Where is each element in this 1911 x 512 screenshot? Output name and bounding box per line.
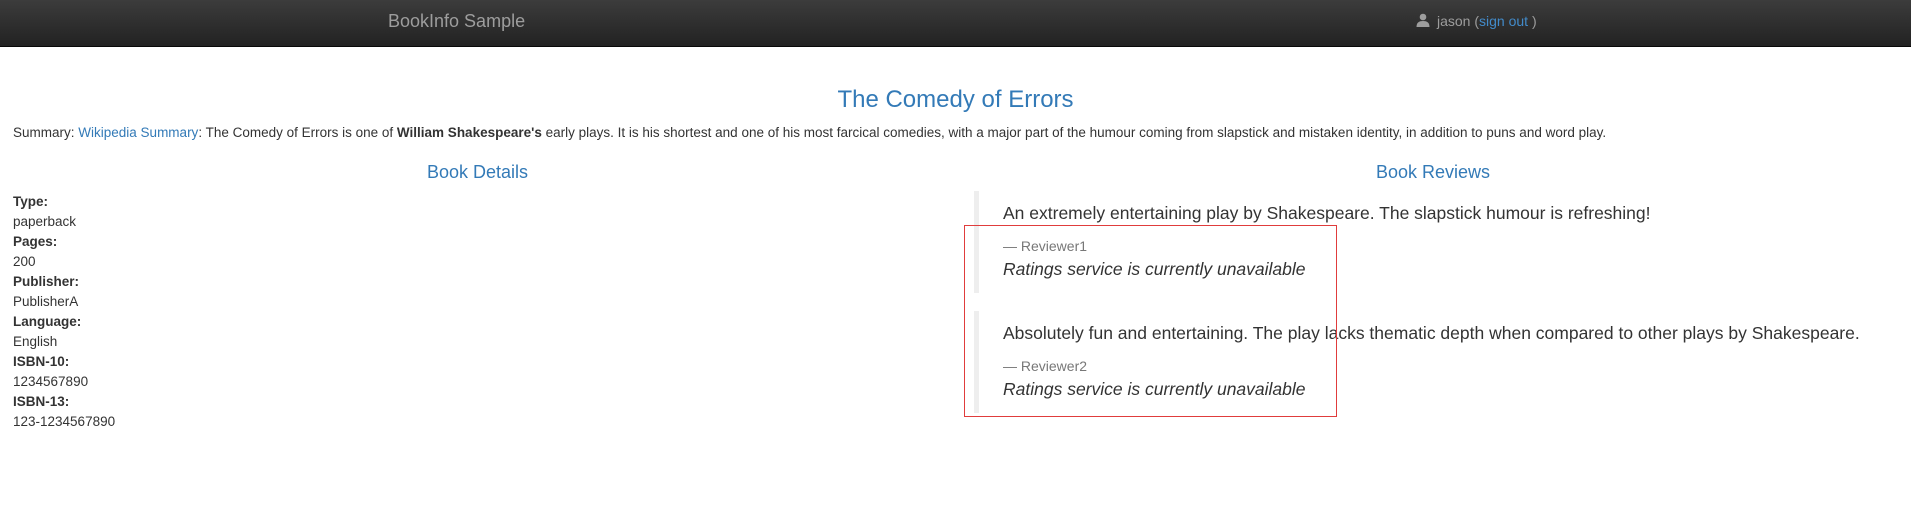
review-text: An extremely entertaining play by Shakes… [1003, 203, 1651, 223]
review-reviewer: — Reviewer2 [1003, 358, 1088, 374]
summary-text-1: : The Comedy of Errors is one of [198, 125, 394, 140]
review-item: Absolutely fun and entertaining. The pla… [974, 311, 1903, 413]
username: jason [1437, 13, 1471, 29]
detail-value-type: paperback [13, 214, 77, 229]
summary-text-2: early plays. It is his shortest and one … [545, 125, 1607, 140]
review-rating-status: Ratings service is currently unavailable [1003, 379, 1306, 399]
detail-label-isbn13: ISBN-13: [13, 394, 70, 409]
detail-label-pages: Pages: [13, 234, 58, 249]
review-text: Absolutely fun and entertaining. The pla… [1003, 323, 1860, 343]
detail-value-pages: 200 [13, 254, 36, 269]
page-title: The Comedy of Errors [837, 86, 1074, 113]
user-icon [1416, 13, 1430, 27]
detail-value-isbn10: 1234567890 [13, 374, 89, 389]
summary: Summary: Wikipedia Summary: The Comedy o… [13, 124, 1893, 142]
brand-link[interactable]: BookInfo Sample [388, 11, 525, 31]
wikipedia-summary-link[interactable]: Wikipedia Summary [78, 125, 198, 140]
navbar: BookInfo Sample jason (sign out ) [0, 0, 1911, 47]
summary-author: William Shakespeare's [396, 125, 542, 140]
sign-out-link[interactable]: sign out [1479, 13, 1528, 29]
book-details-heading: Book Details [426, 162, 529, 182]
user-area: jason (sign out ) [1416, 13, 1537, 29]
review-rating-status: Ratings service is currently unavailable [1003, 259, 1306, 279]
summary-prefix: Summary: [13, 125, 75, 140]
review-reviewer: — Reviewer1 [1003, 238, 1088, 254]
detail-value-language: English [13, 334, 58, 349]
paren-close: ) [1531, 13, 1537, 29]
detail-value-isbn13: 123-1234567890 [13, 414, 116, 429]
detail-label-isbn10: ISBN-10: [13, 354, 70, 369]
review-item: An extremely entertaining play by Shakes… [974, 191, 1903, 293]
detail-value-publisher: PublisherA [13, 294, 79, 309]
book-details-list: Type: paperback Pages: 200 Publisher: Pu… [13, 192, 115, 432]
book-reviews-heading: Book Reviews [1375, 162, 1491, 182]
detail-label-type: Type: [13, 194, 49, 209]
detail-label-publisher: Publisher: [13, 274, 80, 289]
detail-label-language: Language: [13, 314, 82, 329]
